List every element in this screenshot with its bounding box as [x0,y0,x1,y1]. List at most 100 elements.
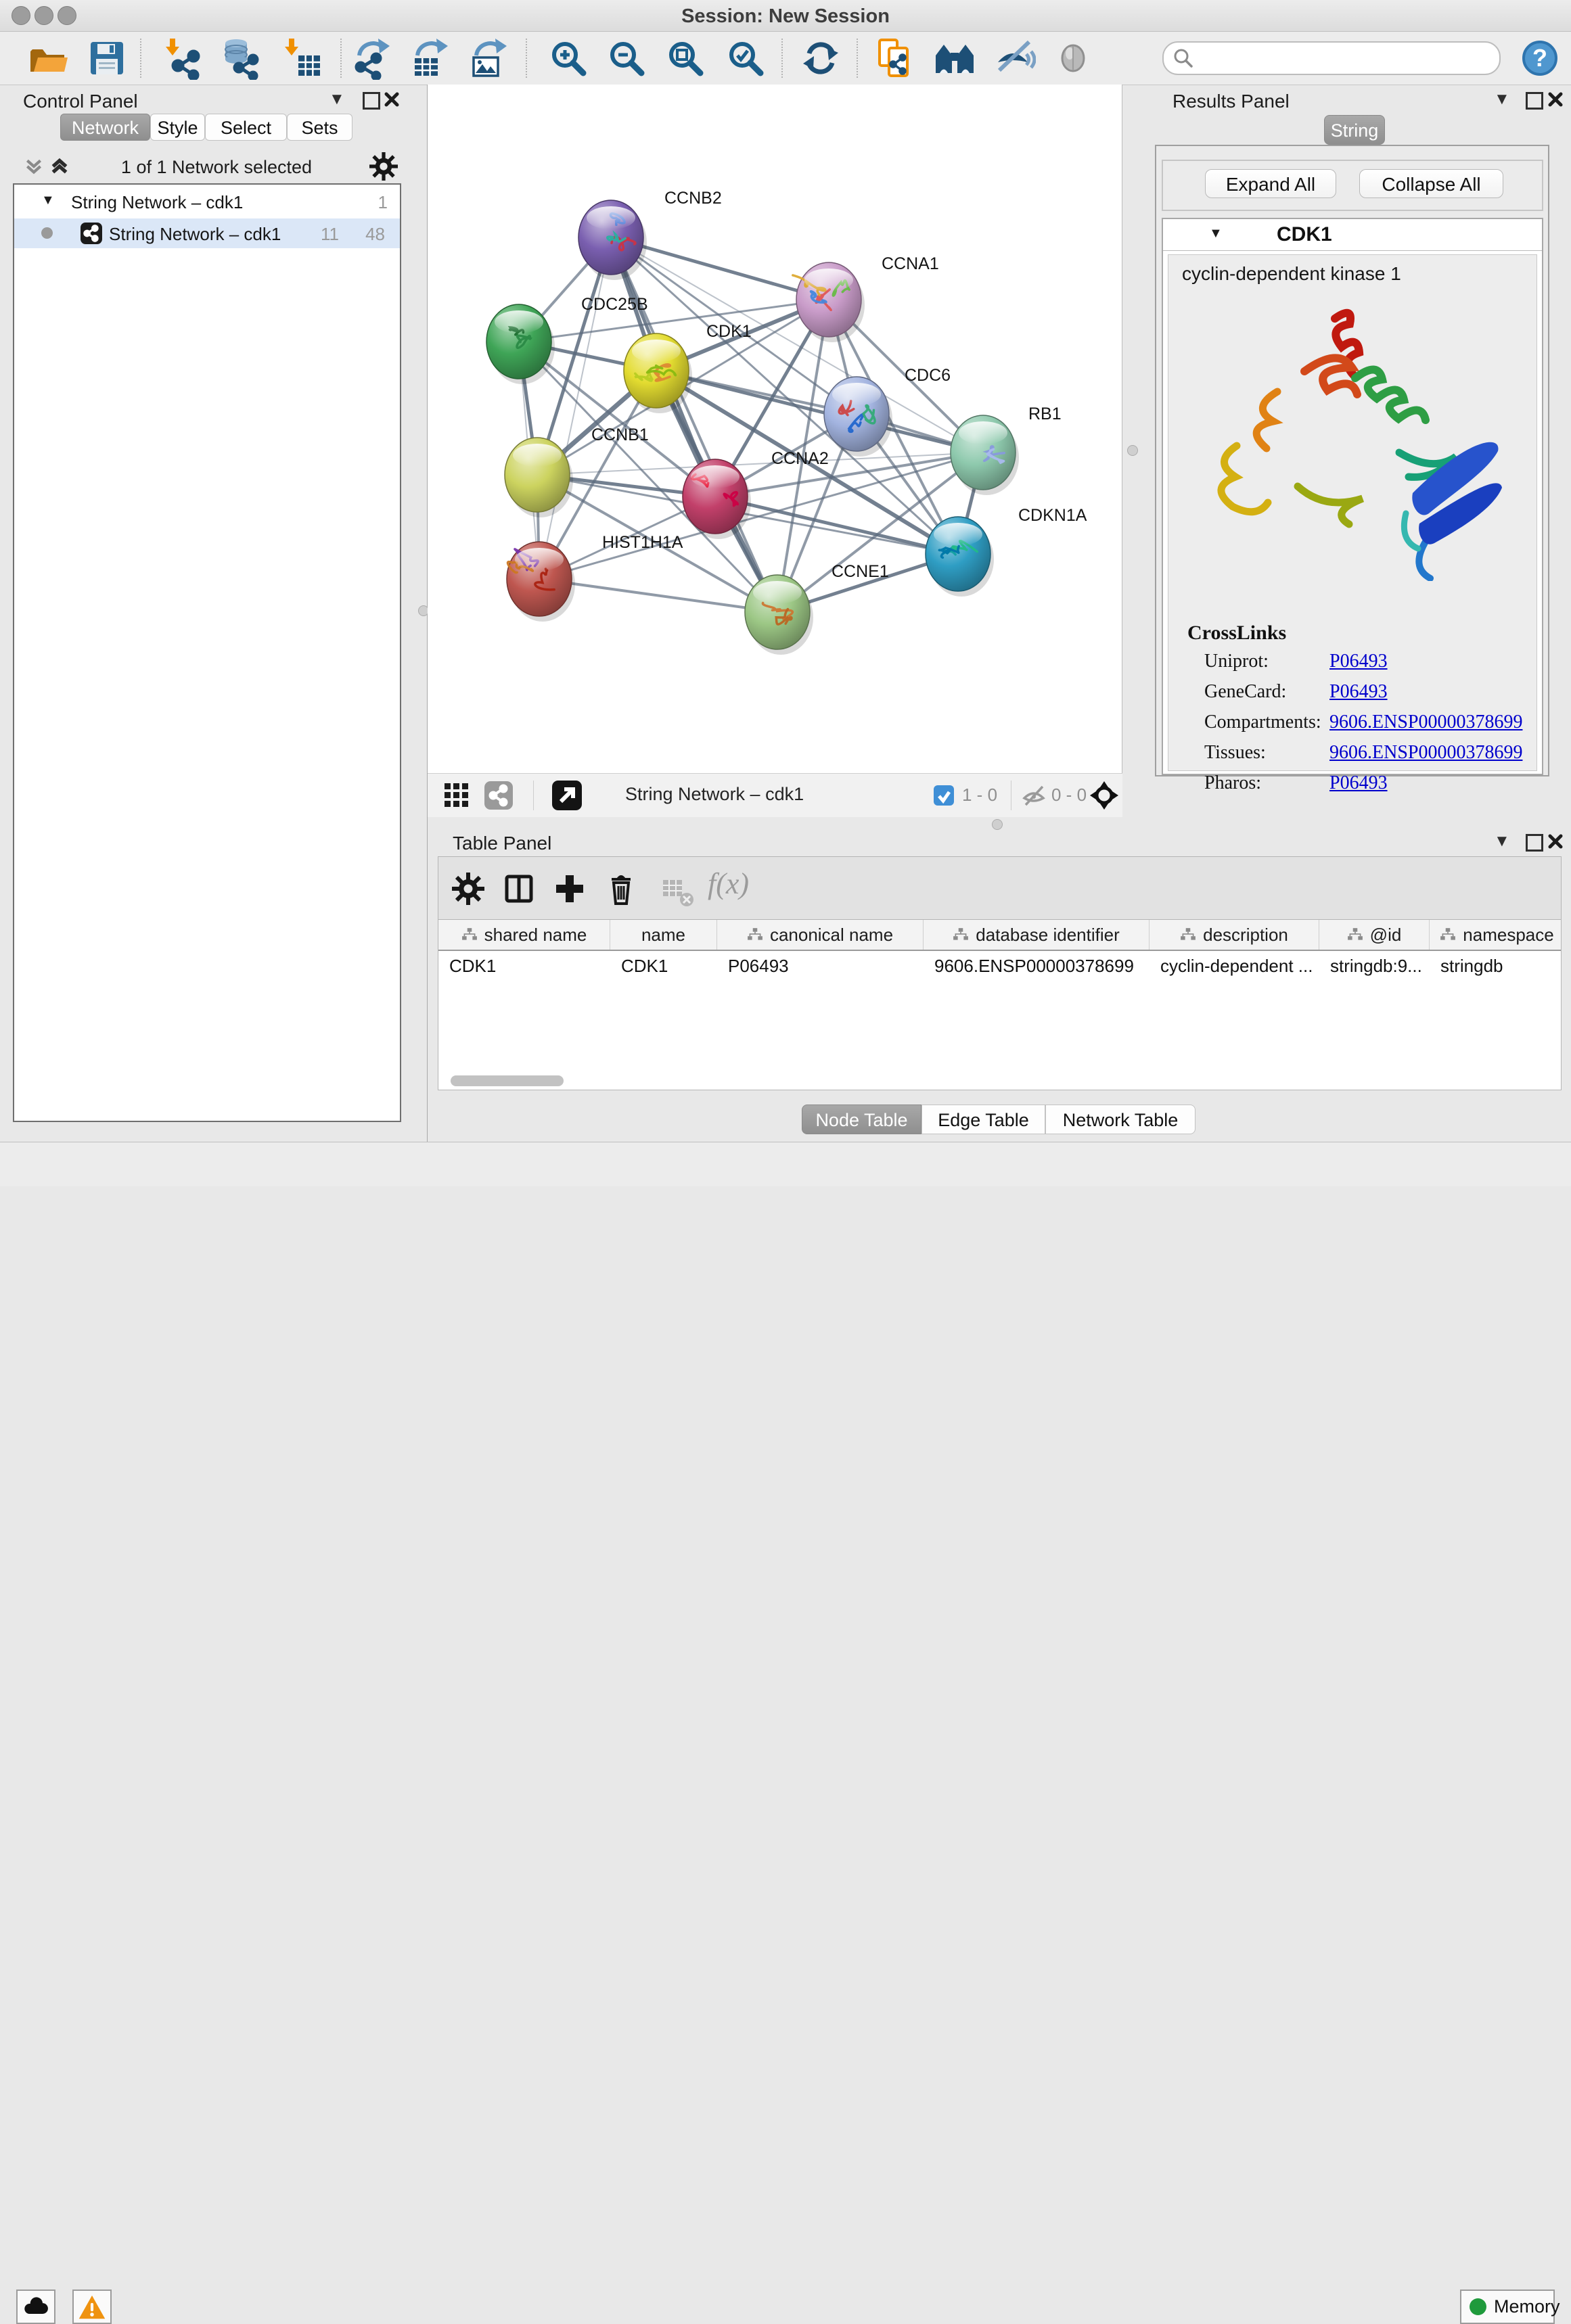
export-image-icon[interactable] [468,37,511,80]
import-network-database-icon[interactable] [219,37,262,80]
network-node-CCNE1[interactable] [745,575,813,655]
tab-network-table[interactable]: Network Table [1045,1105,1196,1134]
zoom-out-icon[interactable] [605,37,648,80]
zoom-in-icon[interactable] [547,37,590,80]
network-node-CDK1[interactable] [624,333,692,413]
column-header-name[interactable]: name [610,920,717,950]
tab-network[interactable]: Network [60,114,150,141]
network-row[interactable]: String Network – cdk1 11 48 [14,218,400,248]
expand-all-tree-icon[interactable] [23,156,45,177]
gray-sphere-icon[interactable] [1051,37,1095,80]
network-node-RB1[interactable] [951,415,1019,495]
table-panel-collapse-icon[interactable]: ▼ [1494,832,1510,851]
import-network-file-icon[interactable] [162,37,205,80]
network-node-CDKN1A[interactable] [926,517,994,597]
clone-network-icon[interactable] [873,37,916,80]
column-header-namespace[interactable]: namespace [1430,920,1562,950]
selected-checkbox-icon[interactable] [934,785,954,806]
table-panel-close-icon[interactable] [1547,833,1564,850]
network-node-HIST1H1A[interactable] [507,542,575,622]
crosslink-link[interactable]: 9606.ENSP00000378699 [1329,742,1522,764]
table-cell[interactable]: CDK1 [610,951,717,981]
table-row[interactable]: CDK1CDK1P064939606.ENSP00000378699cyclin… [438,951,1562,981]
delete-column-icon[interactable] [605,871,637,906]
network-node-CCNA1[interactable] [793,262,865,342]
tab-edge-table[interactable]: Edge Table [921,1105,1045,1134]
warning-status-button[interactable] [72,2290,112,2324]
column-header--id[interactable]: @id [1319,920,1430,950]
network-options-gear-icon[interactable] [369,152,398,181]
search-input[interactable] [1199,45,1486,70]
memory-button[interactable]: Memory [1460,2290,1555,2324]
search-network-icon[interactable] [933,37,976,80]
collapse-all-button[interactable]: Collapse All [1359,169,1503,198]
results-panel-float-icon[interactable] [1526,92,1543,110]
results-panel-close-icon[interactable] [1547,91,1564,108]
crosslink-link[interactable]: 9606.ENSP00000378699 [1329,712,1522,733]
table-cell[interactable]: P06493 [717,951,924,981]
column-header-canonical-name[interactable]: canonical name [717,920,924,950]
crosslink-link[interactable]: P06493 [1329,772,1388,794]
table-panel-title: Table Panel [453,833,551,854]
birds-eye-view-icon[interactable] [552,781,582,810]
add-column-icon[interactable] [553,873,586,905]
network-node-CCNA2[interactable] [683,459,751,539]
control-panel-close-icon[interactable] [384,91,400,108]
hidden-eye-icon[interactable] [1022,785,1046,808]
collection-expand-icon[interactable]: ▼ [41,193,55,208]
column-header-database-identifier[interactable]: database identifier [924,920,1149,950]
gene-result-header[interactable]: ▼ CDK1 [1163,219,1542,251]
export-table-icon[interactable] [409,37,453,80]
control-panel-collapse-icon[interactable]: ▼ [329,90,345,109]
network-status-dot [41,227,53,239]
table-cell[interactable]: cyclin-dependent ... [1149,951,1319,981]
grid-view-icon[interactable] [445,783,469,808]
delete-table-icon[interactable] [662,876,694,908]
table-cell[interactable]: stringdb [1430,951,1562,981]
network-share-view-icon[interactable] [484,781,513,810]
import-table-icon[interactable] [281,37,324,80]
gene-expand-icon[interactable]: ▼ [1209,226,1223,241]
tab-string-results[interactable]: String [1324,115,1385,145]
expand-all-button[interactable]: Expand All [1205,169,1336,198]
show-columns-icon[interactable] [503,873,535,905]
column-header-description[interactable]: description [1149,920,1319,950]
splitter-handle[interactable] [992,819,1003,830]
splitter-handle[interactable] [1127,445,1138,456]
network-edge-CCNB2-CCNE1[interactable] [611,237,777,612]
export-network-icon[interactable] [351,37,394,80]
open-session-icon[interactable] [26,37,69,80]
network-node-CCNB2[interactable] [578,200,647,280]
hide-selected-icon[interactable] [993,37,1036,80]
table-panel-float-icon[interactable] [1526,834,1543,852]
save-session-icon[interactable] [85,37,129,80]
network-node-CDC25B[interactable] [486,304,555,384]
control-panel-float-icon[interactable] [363,92,380,110]
cloud-status-button[interactable] [16,2290,55,2324]
network-collection-row[interactable]: ▼ String Network – cdk1 1 [14,189,400,218]
table-cell[interactable]: 9606.ENSP00000378699 [924,951,1149,981]
tab-select[interactable]: Select [205,114,287,141]
crosslink-link[interactable]: P06493 [1329,651,1388,672]
crosslink-link[interactable]: P06493 [1329,681,1388,703]
zoom-fit-icon[interactable] [664,37,707,80]
network-node-CDC6[interactable] [824,377,892,457]
tab-node-table[interactable]: Node Table [802,1105,921,1134]
help-icon[interactable]: ? [1518,37,1562,80]
horizontal-scrollbar[interactable] [451,1075,564,1086]
tab-style[interactable]: Style [150,114,205,141]
network-edge-CCNB2-HIST1H1A[interactable] [539,237,611,579]
refresh-icon[interactable] [799,37,842,80]
zoom-selected-icon[interactable] [724,37,767,80]
table-cell[interactable]: stringdb:9... [1319,951,1430,981]
column-header-shared-name[interactable]: shared name [438,920,610,950]
table-gear-icon[interactable] [452,873,484,905]
network-canvas[interactable]: CCNB2CCNA1CDC25BCDK1CDC6RB1CCNB1CCNA2CDK… [428,85,1121,773]
results-panel-collapse-icon[interactable]: ▼ [1494,90,1510,109]
function-builder-icon[interactable]: f(x) [708,866,749,901]
toolbar-separator [781,39,783,78]
crosslink-row: Compartments:9606.ENSP00000378699 [1204,712,1529,742]
tab-sets[interactable]: Sets [287,114,352,141]
table-cell[interactable]: CDK1 [438,951,610,981]
fit-selected-crosshair-icon[interactable] [1089,781,1119,810]
